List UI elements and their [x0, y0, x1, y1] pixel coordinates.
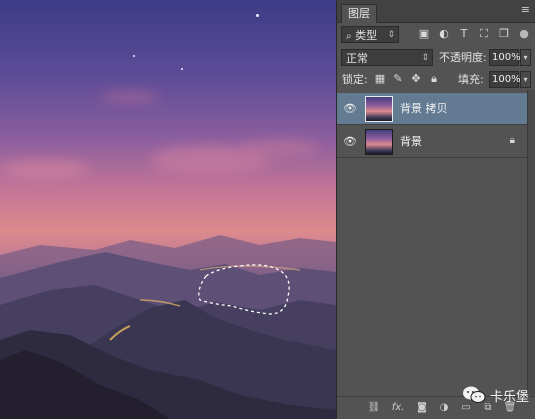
blend-mode-dropdown[interactable]: 正常 ⇕ [341, 49, 433, 66]
blend-row: 正常 ⇕ 不透明度: 100% ▾ [337, 47, 535, 69]
panel-menu-icon[interactable]: ≡ [521, 3, 530, 16]
lock-transparent-pixels-icon[interactable]: ▦ [373, 72, 387, 86]
layer-name[interactable]: 背景 [400, 134, 422, 150]
adjustment-filter-icon[interactable]: ◐ [437, 27, 451, 41]
filter-kind-label: 类型 [355, 29, 378, 42]
layers-panel: 图层 ≡ ⌕ 类型 ⇕ ▣ ◐ T ⛶ ❐ ● 正常 ⇕ 不透明度: 100% … [336, 0, 535, 419]
filter-toggle-icon[interactable]: ● [517, 27, 531, 41]
layer-row-background[interactable]: 👁︎ 背景 🔒︎ [337, 126, 527, 158]
lock-icon: 🔒︎ [509, 135, 515, 146]
watermark-text: 卡乐堡 [489, 389, 529, 405]
layer-name[interactable]: 背景 拷贝 [400, 101, 448, 117]
wechat-logo-icon [462, 386, 486, 403]
layer-thumbnail [365, 96, 393, 122]
layer-thumbnail [365, 129, 393, 155]
search-icon: ⌕ [346, 31, 352, 42]
tab-layers[interactable]: 图层 [341, 4, 377, 23]
eye-icon[interactable]: 👁︎ [343, 135, 357, 149]
adjustment-icon[interactable]: ◑ [437, 401, 451, 415]
filter-row: ⌕ 类型 ⇕ ▣ ◐ T ⛶ ❐ ● [337, 24, 535, 46]
opacity-label: 不透明度: [439, 51, 487, 64]
pixel-filter-icon[interactable]: ▣ [417, 27, 431, 41]
panel-tab-bar: 图层 ≡ [337, 0, 535, 23]
layer-row-background-copy[interactable]: 👁︎ 背景 拷贝 [337, 93, 527, 125]
link-icon[interactable]: ⛓ [367, 401, 381, 415]
layers-scrollbar[interactable] [527, 90, 535, 395]
smart-object-filter-icon[interactable]: ❐ [497, 27, 511, 41]
opacity-slider-toggle[interactable]: ▾ [520, 49, 531, 66]
lock-row: 锁定: ▦ ✎ ✥ 🔒︎ 填充: 100% ▾ [337, 69, 535, 91]
chevron-updown-icon: ⇕ [421, 53, 429, 63]
image-canvas[interactable] [0, 0, 336, 419]
selection-marquee[interactable] [0, 0, 336, 419]
watermark: 卡乐堡 [462, 385, 529, 405]
lock-image-pixels-icon[interactable]: ✎ [391, 72, 405, 86]
shape-filter-icon[interactable]: ⛶ [477, 27, 491, 41]
lock-all-icon[interactable]: 🔒︎ [427, 72, 441, 86]
lock-label: 锁定: [342, 73, 368, 86]
fill-slider-toggle[interactable]: ▾ [520, 71, 531, 88]
blend-mode-label: 正常 [346, 52, 368, 65]
lock-position-icon[interactable]: ✥ [409, 72, 423, 86]
chevron-updown-icon: ⇕ [387, 30, 395, 40]
type-filter-icon[interactable]: T [457, 27, 471, 41]
mask-icon[interactable]: ◙ [415, 401, 429, 415]
opacity-field[interactable]: 100% [489, 49, 521, 66]
fx-icon[interactable]: fx. [389, 401, 407, 415]
fill-label: 填充: [458, 73, 484, 86]
eye-icon[interactable]: 👁︎ [343, 102, 357, 116]
filter-kind-dropdown[interactable]: ⌕ 类型 ⇕ [341, 26, 399, 43]
fill-field[interactable]: 100% [489, 71, 521, 88]
